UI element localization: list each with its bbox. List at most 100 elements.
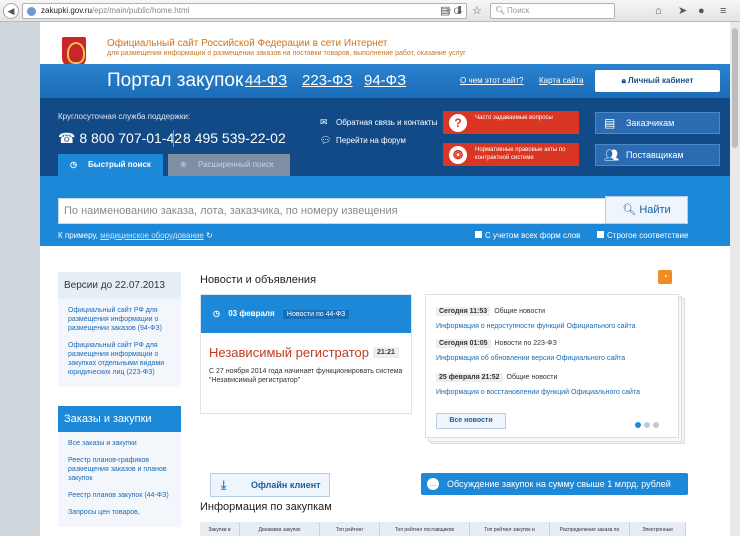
legal-acts-label: Нормативные правовые акты по контрактной… (475, 147, 566, 161)
orders-link-schedules[interactable]: Реестр планов-графиков размещения заказо… (68, 456, 175, 483)
suppliers-label: Поставщикам (626, 150, 684, 160)
checkbox-all-forms[interactable] (475, 231, 482, 238)
featured-news-tag[interactable]: Новости по 44-ФЗ (282, 310, 350, 319)
send-icon[interactable]: ➤ (678, 3, 687, 19)
discussion-button[interactable]: … Обсуждение закупок на сумму свыше 1 млр… (421, 473, 688, 495)
about-link[interactable]: О чем этот сайт? (460, 76, 523, 85)
faq-label: Часто задаваемые вопросы (475, 115, 553, 121)
feed-item-category: Новости по 223-ФЗ (494, 340, 557, 347)
info-tab[interactable]: Топ рейтинг поставщиков (380, 522, 470, 536)
home-icon[interactable]: ⌂ (655, 3, 662, 19)
procurement-info-tabs: Закупки в Динамика закупок Топ рейтинг Т… (200, 522, 686, 536)
cabinet-label: Личный кабинет (628, 76, 694, 85)
featured-news-headline[interactable]: Независимый регистратор (209, 345, 369, 360)
briefcase-icon: ▤ (604, 116, 616, 130)
law-link-223[interactable]: 223-ФЗ (302, 72, 353, 89)
clock-icon: ◷ (70, 160, 77, 169)
download-icon[interactable]: ⬇ (455, 3, 464, 19)
orders-panel: Заказы и закупки Все заказы и закупки Ре… (58, 406, 181, 527)
tab-advanced-search[interactable]: ⊕ Расширенный поиск (168, 154, 290, 176)
portal-title[interactable]: Портал закупок (107, 70, 243, 92)
tab-quick-label: Быстрый поиск (88, 160, 151, 169)
offline-client-label: Офлайн клиент (251, 480, 321, 490)
feed-item-link[interactable]: Информация о восстановлении функций Офиц… (436, 389, 640, 396)
feedback-link[interactable]: ✉ Обратная связь и контакты (320, 117, 437, 128)
law-link-44[interactable]: 44-ФЗ (245, 72, 287, 89)
find-label: Найти (639, 204, 671, 216)
forum-link[interactable]: 💬︎ Перейти на форум (320, 135, 406, 146)
news-feed: Сегодня 11:53 Общие новости Информация о … (425, 294, 685, 444)
carousel-dot[interactable] (644, 422, 650, 428)
tab-quick-search[interactable]: ◷ Быстрый поиск (58, 154, 163, 176)
bookmarks-icon[interactable]: ▤ (440, 3, 450, 19)
scrollbar-thumb[interactable] (732, 28, 738, 148)
orders-link-prices[interactable]: Запросы цен товаров, (68, 508, 175, 517)
example-link[interactable]: медицинское оборудование (100, 231, 204, 240)
info-tab[interactable]: Топ рейтинг закупок и (470, 522, 550, 536)
orders-title: Заказы и закупки (58, 406, 181, 432)
sitemap-link[interactable]: Карта сайта (539, 76, 584, 85)
info-tab[interactable]: Электронные (630, 522, 686, 536)
info-tab[interactable]: Распределение заказа по (550, 522, 630, 536)
option-strict[interactable]: Строгое соответствие (597, 231, 688, 240)
find-button[interactable]: 🔍︎ Найти (605, 196, 688, 224)
page: Официальный сайт Российской Федерации в … (40, 22, 730, 536)
carousel-dots (632, 419, 659, 431)
search-band: По наименованию заказа, лота, заказчика,… (40, 176, 730, 246)
info-tab[interactable]: Топ рейтинг (320, 522, 380, 536)
featured-news-date: 03 февраля (228, 309, 275, 318)
magnifier-icon: ⊕ (180, 160, 187, 169)
refresh-icon[interactable]: ↻ (206, 231, 213, 240)
question-icon: ? (449, 114, 467, 132)
site-subtitle: для размещения информации о размещении з… (107, 50, 466, 57)
page-scrollbar[interactable] (730, 22, 740, 536)
address-bar[interactable]: zakupki.gov.ru/epz/main/public/home.html… (22, 3, 467, 19)
legal-acts-button[interactable]: ❂ Нормативные правовые акты по контрактно… (443, 143, 579, 166)
rss-icon[interactable]: ◔ (658, 270, 672, 284)
offline-client-button[interactable]: ⤓ Офлайн клиент (210, 473, 330, 497)
feed-item-link[interactable]: Информация о недоступности функций Офици… (436, 323, 635, 330)
featured-news-card[interactable]: ◷ 03 февраля Новости по 44-ФЗ Независимы… (200, 294, 412, 414)
law-link-94[interactable]: 94-ФЗ (364, 72, 406, 89)
feed-item-time: Сегодня 11:53 (436, 307, 491, 316)
info-tab[interactable]: Закупки в (200, 522, 240, 536)
search-icon: 🔍︎ (622, 204, 637, 216)
option-all-forms[interactable]: С учетом всех форм слов (475, 231, 580, 240)
checkbox-strict[interactable] (597, 231, 604, 238)
carousel-dot[interactable] (635, 422, 641, 428)
forum-label: Перейти на форум (336, 136, 406, 145)
phone-1[interactable]: ☎ 8 800 707-01-42 (58, 130, 182, 147)
orders-link-plans[interactable]: Реестр планов закупок (44-ФЗ) (68, 491, 175, 500)
featured-news-time: 21:21 (373, 347, 399, 358)
carousel-dot[interactable] (653, 422, 659, 428)
personal-cabinet-button[interactable]: 🔒︎ Личный кабинет (595, 70, 720, 92)
menu-icon[interactable]: ≡ (720, 3, 726, 19)
bookmark-star-icon[interactable]: ☆ (472, 3, 482, 19)
chat-icon[interactable]: ● (698, 3, 705, 19)
version-link-223[interactable]: Официальный сайт РФ для размещения инфор… (68, 341, 175, 377)
phone-1-number: 8 800 707-01-42 (79, 130, 183, 146)
url-host: zakupki.gov.ru (41, 6, 92, 15)
feed-item-meta: Сегодня 01:05 Новости по 223-ФЗ (436, 339, 557, 348)
people-icon: 👥︎ (604, 148, 620, 162)
all-news-button[interactable]: Все новости (436, 413, 506, 429)
example-prefix: К примеру, (58, 231, 98, 240)
feed-item-link[interactable]: Информация об обновлении версии Официаль… (436, 355, 625, 362)
versions-panel: Версии до 22.07.2013 Официальный сайт РФ… (58, 272, 181, 387)
info-tab[interactable]: Динамика закупок (240, 522, 320, 536)
main-search-input[interactable]: По наименованию заказа, лота, заказчика,… (58, 198, 688, 224)
suppliers-button[interactable]: 👥︎ Поставщикам (595, 144, 720, 166)
orders-link-all[interactable]: Все заказы и закупки (68, 439, 175, 448)
customers-button[interactable]: ▤ Заказчикам (595, 112, 720, 134)
globe-icon (27, 7, 36, 16)
versions-title: Версии до 22.07.2013 (58, 272, 181, 299)
discussion-label: Обсуждение закупок на сумму свыше 1 млрд… (447, 479, 671, 489)
site-title: Официальный сайт Российской Федерации в … (107, 38, 388, 49)
back-icon[interactable]: ◀ (3, 3, 19, 19)
clock-icon: ◷ (213, 309, 223, 318)
browser-search-input[interactable]: 🔍︎ Поиск (490, 3, 615, 19)
version-link-94[interactable]: Официальный сайт РФ для размещения инфор… (68, 306, 175, 333)
phone-2[interactable]: 8 495 539-22-02 (183, 130, 286, 146)
emblem-icon: ❂ (449, 146, 467, 164)
faq-button[interactable]: ? Часто задаваемые вопросы (443, 111, 579, 134)
